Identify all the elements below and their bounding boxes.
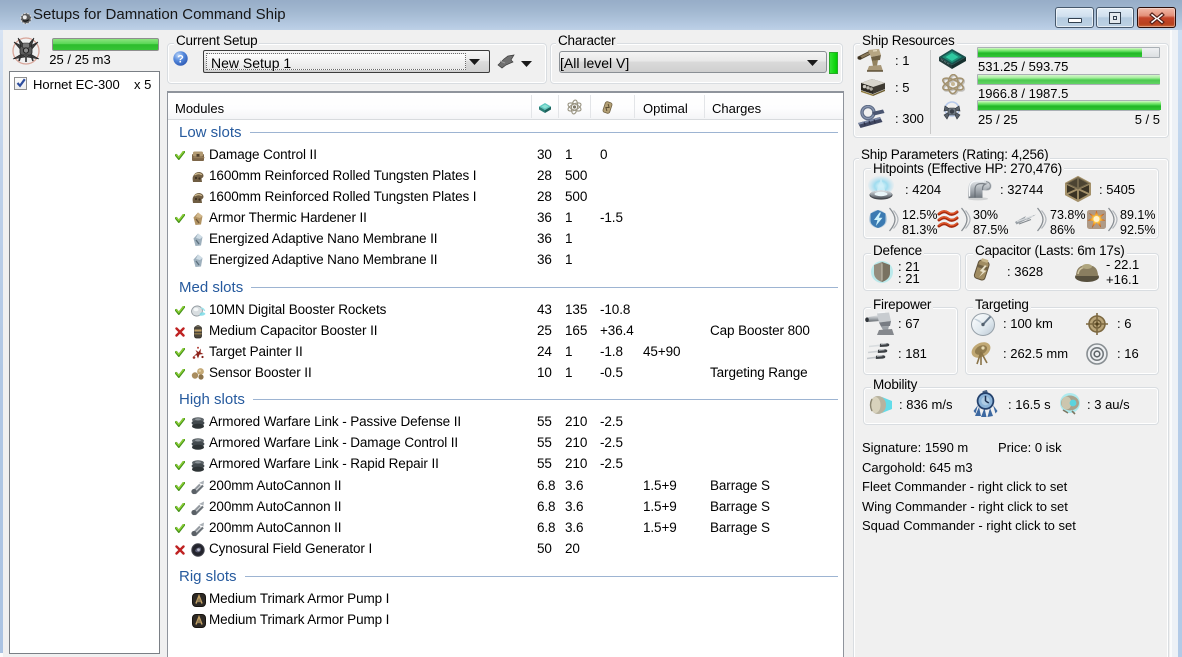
svg-text:?: ? <box>177 53 184 65</box>
